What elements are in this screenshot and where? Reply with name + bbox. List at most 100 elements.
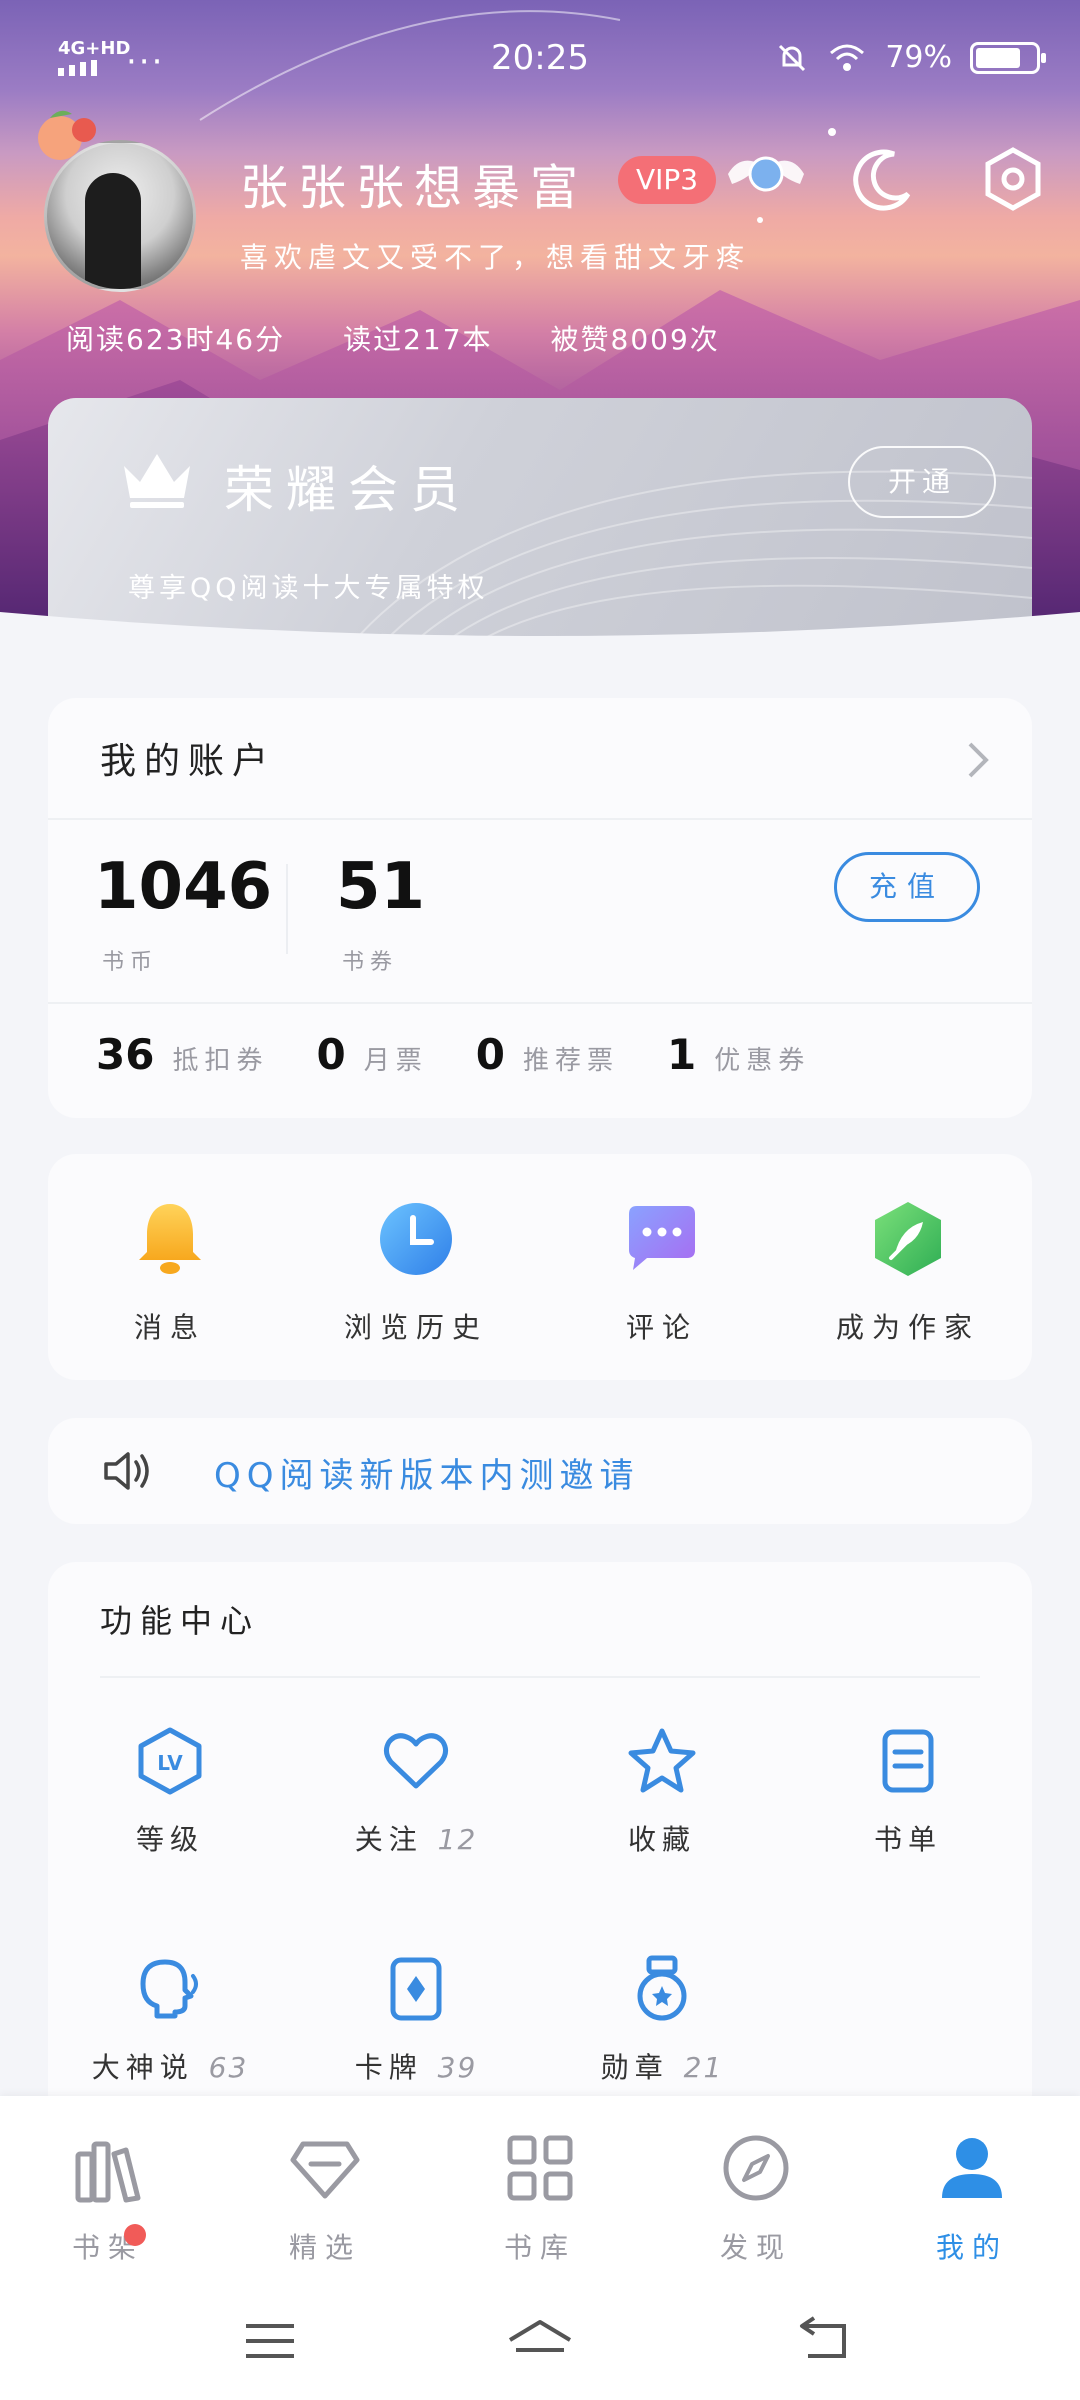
messages-label: 消息 — [133, 1311, 206, 1344]
master-says-button[interactable]: 大神说 63 — [70, 1954, 270, 2086]
divider — [286, 864, 288, 954]
clock-icon — [380, 1203, 452, 1275]
tab-library[interactable]: 书库 — [460, 2130, 620, 2266]
mute-icon — [779, 44, 806, 71]
tab-featured[interactable]: 精选 — [245, 2130, 405, 2266]
divider — [48, 818, 1032, 820]
cards-button[interactable]: 卡牌 39 — [316, 1954, 516, 2086]
booklist-icon — [882, 1729, 934, 1793]
favorites-label: 收藏 — [627, 1823, 696, 1856]
reading-time-stat: 阅读623时46分 — [66, 323, 286, 356]
cards-label: 卡牌 — [354, 2051, 423, 2084]
divider — [100, 1676, 980, 1678]
user-icon — [942, 2138, 1002, 2198]
comments-button[interactable]: 评论 — [562, 1198, 762, 1346]
menu-icon[interactable] — [240, 2316, 300, 2366]
svg-text:LV: LV — [157, 1751, 183, 1775]
notification-dot — [124, 2224, 146, 2246]
comments-label: 评论 — [625, 1311, 698, 1344]
recommend-ticket-count[interactable]: 0 — [476, 1030, 505, 1079]
header-curve — [0, 612, 1080, 640]
account-title[interactable]: 我的账户 — [100, 732, 276, 784]
level-button[interactable]: LV 等级 — [70, 1726, 270, 1858]
favorites-button[interactable]: 收藏 — [562, 1726, 762, 1858]
settings-icon[interactable] — [978, 144, 1048, 214]
level-label: 等级 — [135, 1823, 204, 1856]
cards-count: 39 — [437, 2051, 478, 2084]
booklist-label: 书单 — [873, 1823, 942, 1856]
star-icon — [628, 1728, 696, 1793]
avatar[interactable] — [30, 100, 200, 292]
function-center-card: 功能中心 LV 等级 关注 12 收藏 书单 大神说 63 卡牌 39 勋章 2… — [48, 1562, 1032, 2122]
peach-decoration-icon — [38, 110, 96, 160]
diamond-icon — [290, 2141, 360, 2199]
grid-icon — [507, 2135, 573, 2201]
announcement-text[interactable]: QQ阅读新版本内测邀请 — [214, 1448, 640, 1497]
become-writer-label: 成为作家 — [835, 1311, 980, 1344]
wifi-icon — [830, 44, 865, 71]
tab-me[interactable]: 我的 — [892, 2130, 1052, 2266]
back-icon[interactable] — [794, 2316, 854, 2366]
deduction-coupon-count[interactable]: 36 — [96, 1030, 154, 1079]
tab-bookshelf-label: 书架 — [71, 2231, 144, 2264]
become-writer-button[interactable]: 成为作家 — [808, 1198, 1008, 1346]
booklist-button[interactable]: 书单 — [808, 1726, 1008, 1858]
account-card: 我的账户 1046 书币 51 书券 充值 36 抵扣券 0 月票 0 推荐票 … — [48, 698, 1032, 1118]
tab-featured-label: 精选 — [288, 2231, 361, 2264]
voucher-label: 书券 — [342, 950, 399, 975]
coin-label: 书币 — [102, 950, 159, 975]
vip-level-badge[interactable]: VIP3 — [618, 156, 717, 204]
function-center-title: 功能中心 — [100, 1602, 261, 1640]
compass-icon — [723, 2135, 789, 2201]
medals-label: 勋章 — [600, 2051, 669, 2084]
monthly-ticket-count[interactable]: 0 — [316, 1030, 345, 1079]
bookshelf-icon — [75, 2141, 141, 2203]
chevron-right-icon[interactable] — [966, 740, 992, 780]
discount-coupon-label[interactable]: 优惠券 — [714, 1040, 810, 1077]
system-nav-bar — [0, 2276, 1080, 2400]
tab-bookshelf[interactable]: 书架 — [28, 2130, 188, 2266]
follow-count: 12 — [437, 1823, 478, 1856]
night-mode-icon[interactable] — [848, 144, 918, 214]
quill-icon — [875, 1202, 941, 1276]
monthly-ticket-label[interactable]: 月票 — [364, 1040, 428, 1077]
master-says-label: 大神说 — [91, 2051, 194, 2084]
speak-icon — [140, 1959, 198, 2019]
deduction-coupon-label[interactable]: 抵扣券 — [172, 1040, 268, 1077]
speaker-icon — [104, 1452, 149, 1490]
messages-button[interactable]: 消息 — [70, 1198, 270, 1346]
announcement-banner[interactable]: QQ阅读新版本内测邀请 — [48, 1418, 1032, 1524]
master-says-count: 63 — [208, 2051, 249, 2084]
quick-actions-card: 消息 浏览历史 评论 成为作家 — [48, 1154, 1032, 1380]
tab-library-label: 书库 — [503, 2231, 576, 2264]
username[interactable]: 张张张想暴富 — [240, 148, 588, 218]
history-button[interactable]: 浏览历史 — [316, 1198, 516, 1346]
level-icon: LV — [138, 1727, 202, 1795]
history-label: 浏览历史 — [343, 1311, 488, 1344]
tab-me-label: 我的 — [935, 2231, 1008, 2264]
user-signature: 喜欢虐文又受不了，想看甜文牙疼 — [240, 241, 751, 274]
wing-badge-icon[interactable] — [720, 144, 812, 214]
tab-discover[interactable]: 发现 — [676, 2130, 836, 2266]
likes-stat: 被赞8009次 — [550, 323, 720, 356]
medals-button[interactable]: 勋章 21 — [562, 1954, 762, 2086]
card-icon — [390, 1957, 442, 2021]
bottom-tab-bar: 书架 精选 书库 发现 我的 — [0, 2096, 1080, 2276]
medals-count: 21 — [683, 2051, 724, 2084]
follow-button[interactable]: 关注 12 — [316, 1726, 516, 1858]
coupon-row: 36 抵扣券 0 月票 0 推荐票 1 优惠券 — [96, 1030, 858, 1079]
open-membership-button[interactable]: 开通 — [848, 446, 996, 518]
divider — [48, 1002, 1032, 1004]
discount-coupon-count[interactable]: 1 — [667, 1030, 696, 1079]
recharge-button[interactable]: 充值 — [834, 852, 980, 922]
reading-stats: 阅读623时46分 读过217本 被赞8009次 — [66, 318, 720, 358]
tab-discover-label: 发现 — [719, 2231, 792, 2264]
coin-balance[interactable]: 1046 — [94, 850, 272, 924]
battery-icon — [970, 41, 1046, 74]
recommend-ticket-label[interactable]: 推荐票 — [523, 1040, 619, 1077]
bell-icon — [139, 1204, 201, 1274]
home-icon[interactable] — [504, 2316, 576, 2366]
heart-icon — [383, 1733, 449, 1789]
medal-icon — [637, 1955, 687, 2021]
voucher-balance[interactable]: 51 — [336, 850, 425, 924]
